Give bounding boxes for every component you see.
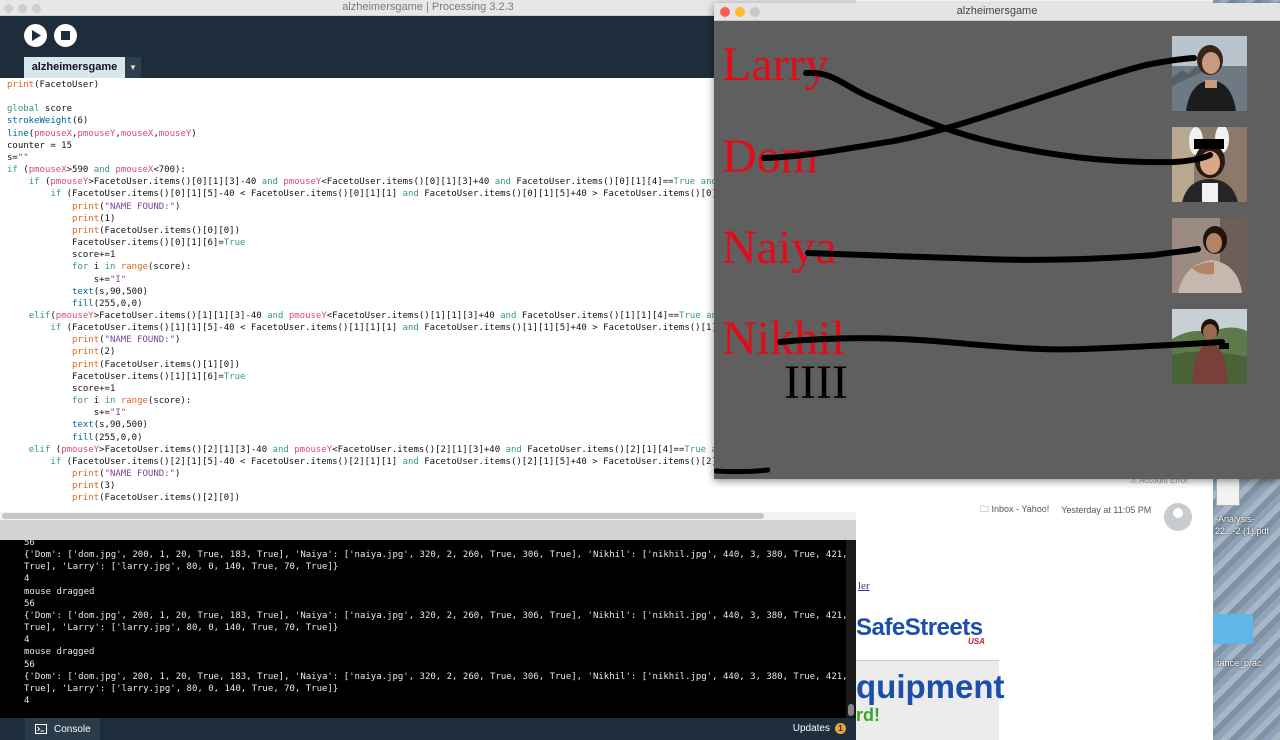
code-line[interactable]: fill(255,0,0) <box>7 298 728 310</box>
code-line[interactable]: print(2) <box>7 346 728 358</box>
console-scrollbar[interactable] <box>846 540 856 718</box>
code-line[interactable]: strokeWeight(6) <box>7 115 728 127</box>
console-line: mouse dragged <box>24 586 95 597</box>
code-line[interactable]: line(pmouseX,pmouseY,mouseX,mouseY) <box>7 128 728 140</box>
code-line[interactable]: print(3) <box>7 480 728 492</box>
code-line[interactable]: for i in range(score): <box>7 395 728 407</box>
ide-statusbar: Console Updates 1 <box>0 718 856 740</box>
code-line[interactable]: FacetoUser.items()[0][1][6]=True <box>7 237 728 249</box>
code-line[interactable]: s="" <box>7 152 728 164</box>
code-line[interactable]: print(1) <box>7 213 728 225</box>
console-scroll-thumb[interactable] <box>848 704 854 716</box>
editor-scroll-thumb[interactable] <box>2 513 764 519</box>
sketch-window-title: alzheimersgame <box>956 5 1038 17</box>
banner-equipment-text: quipment <box>856 668 1005 705</box>
desktop-file-label[interactable]: 22...-2 (1).pdf <box>1215 526 1269 536</box>
code-line[interactable]: elif (pmouseY>FacetoUser.items()[2][1][3… <box>7 444 728 456</box>
desktop-file-icon[interactable] <box>1216 476 1240 506</box>
code-text[interactable]: print(FacetoUser) global score strokeWeig… <box>7 79 728 504</box>
chevron-down-icon: ▼ <box>129 63 137 72</box>
run-button[interactable] <box>24 24 47 47</box>
desktop-file-label[interactable]: itance_prac <box>1215 658 1262 668</box>
drag-stroke-outside <box>714 467 770 475</box>
code-line[interactable]: if (FacetoUser.items()[2][1][5]-40 < Fac… <box>7 456 728 468</box>
tab-menu-button[interactable]: ▼ <box>125 57 141 78</box>
code-line[interactable]: s+="I" <box>7 407 728 419</box>
sketch-tab[interactable]: alzheimersgame <box>24 57 125 78</box>
console-tab[interactable]: Console <box>25 718 100 740</box>
drawn-strokes <box>761 55 1229 353</box>
updates-badge: 1 <box>835 723 846 734</box>
console-line: 56 <box>24 598 35 609</box>
console-line: 4 <box>24 635 30 646</box>
code-line[interactable]: elif(pmouseY>FacetoUser.items()[1][1][3]… <box>7 310 728 322</box>
code-line[interactable]: counter = 15 <box>7 140 728 152</box>
code-line[interactable]: s+="I" <box>7 274 728 286</box>
console-line: {'Dom': ['dom.jpg', 200, 1, 20, True, 18… <box>24 550 846 561</box>
console-line: mouse dragged <box>24 647 95 658</box>
code-line[interactable]: text(s,90,500) <box>7 419 728 431</box>
code-line[interactable]: print(FacetoUser.items()[2][0]) <box>7 492 728 504</box>
code-line[interactable]: print(FacetoUser.items()[0][0]) <box>7 225 728 237</box>
editor-horizontal-scrollbar[interactable] <box>0 512 856 520</box>
console-line: 56 <box>24 540 35 548</box>
console-line: {'Dom': ['dom.jpg', 200, 1, 20, True, 18… <box>24 671 846 682</box>
mail-header-row: 🗀 Inbox - Yahoo! Yesterday at 11:05 PM <box>980 502 1151 518</box>
stop-button[interactable] <box>54 24 77 47</box>
console-line: 56 <box>24 659 35 670</box>
banner-subtext: rd! <box>856 705 880 725</box>
code-line[interactable]: for i in range(score): <box>7 261 728 273</box>
code-line[interactable]: score+=1 <box>7 383 728 395</box>
code-line[interactable]: print(FacetoUser) <box>7 79 728 91</box>
code-line[interactable]: text(s,90,500) <box>7 286 728 298</box>
safestreets-logo: SafeStreets <box>856 614 983 641</box>
editor-console-divider[interactable] <box>0 520 856 540</box>
inbox-label[interactable]: 🗀 Inbox - Yahoo! <box>980 502 1049 518</box>
console-output: 56 {'Dom': ['dom.jpg', 200, 1, 20, True, … <box>24 540 846 707</box>
console-line: 4 <box>24 574 30 585</box>
code-line[interactable]: print(FacetoUser.items()[1][0]) <box>7 359 728 371</box>
code-line[interactable]: global score <box>7 103 728 115</box>
code-line[interactable]: if (FacetoUser.items()[1][1][5]-40 < Fac… <box>7 322 728 334</box>
sketch-titlebar[interactable]: alzheimersgame <box>714 3 1280 21</box>
terminal-icon <box>35 724 47 734</box>
code-line[interactable]: print("NAME FOUND:") <box>7 468 728 480</box>
console-tab-label: Console <box>54 723 91 735</box>
stop-icon <box>61 31 70 40</box>
sketch-window: alzheimersgame Larry Dom Naiya Nikhil II… <box>714 3 1280 479</box>
sketch-canvas[interactable]: Larry Dom Naiya Nikhil IIII <box>714 21 1280 479</box>
desktop-folder-icon[interactable] <box>1213 614 1253 644</box>
code-line[interactable]: if (pmouseX>590 and pmouseX<700): <box>7 164 728 176</box>
email-link[interactable]: ler <box>858 580 870 592</box>
desktop-file-label[interactable]: -Analysis- <box>1215 514 1255 524</box>
console-line: 4 <box>24 696 30 707</box>
console-line: True], 'Larry': ['larry.jpg', 80, 0, 140… <box>24 562 339 573</box>
code-line[interactable]: score+=1 <box>7 249 728 261</box>
mail-timestamp: Yesterday at 11:05 PM <box>1061 505 1152 515</box>
code-line[interactable]: print("NAME FOUND:") <box>7 334 728 346</box>
console-line: {'Dom': ['dom.jpg', 200, 1, 20, True, 18… <box>24 610 846 621</box>
code-line[interactable]: print("NAME FOUND:") <box>7 201 728 213</box>
code-line[interactable] <box>7 91 728 103</box>
code-line[interactable]: if (FacetoUser.items()[0][1][5]-40 < Fac… <box>7 188 728 200</box>
sender-avatar <box>1164 503 1192 531</box>
code-line[interactable]: fill(255,0,0) <box>7 432 728 444</box>
code-line[interactable]: if (pmouseY>FacetoUser.items()[0][1][3]-… <box>7 176 728 188</box>
console-line: True], 'Larry': ['larry.jpg', 80, 0, 140… <box>24 623 339 634</box>
play-icon <box>31 30 41 41</box>
code-line[interactable]: FacetoUser.items()[1][1][6]=True <box>7 371 728 383</box>
updates-indicator[interactable]: Updates 1 <box>793 723 846 734</box>
safestreets-logo-sub: USA <box>968 637 985 646</box>
console-line: True], 'Larry': ['larry.jpg', 80, 0, 140… <box>24 683 339 694</box>
updates-label: Updates <box>792 723 830 734</box>
console-panel[interactable]: 56 {'Dom': ['dom.jpg', 200, 1, 20, True, … <box>0 540 846 718</box>
